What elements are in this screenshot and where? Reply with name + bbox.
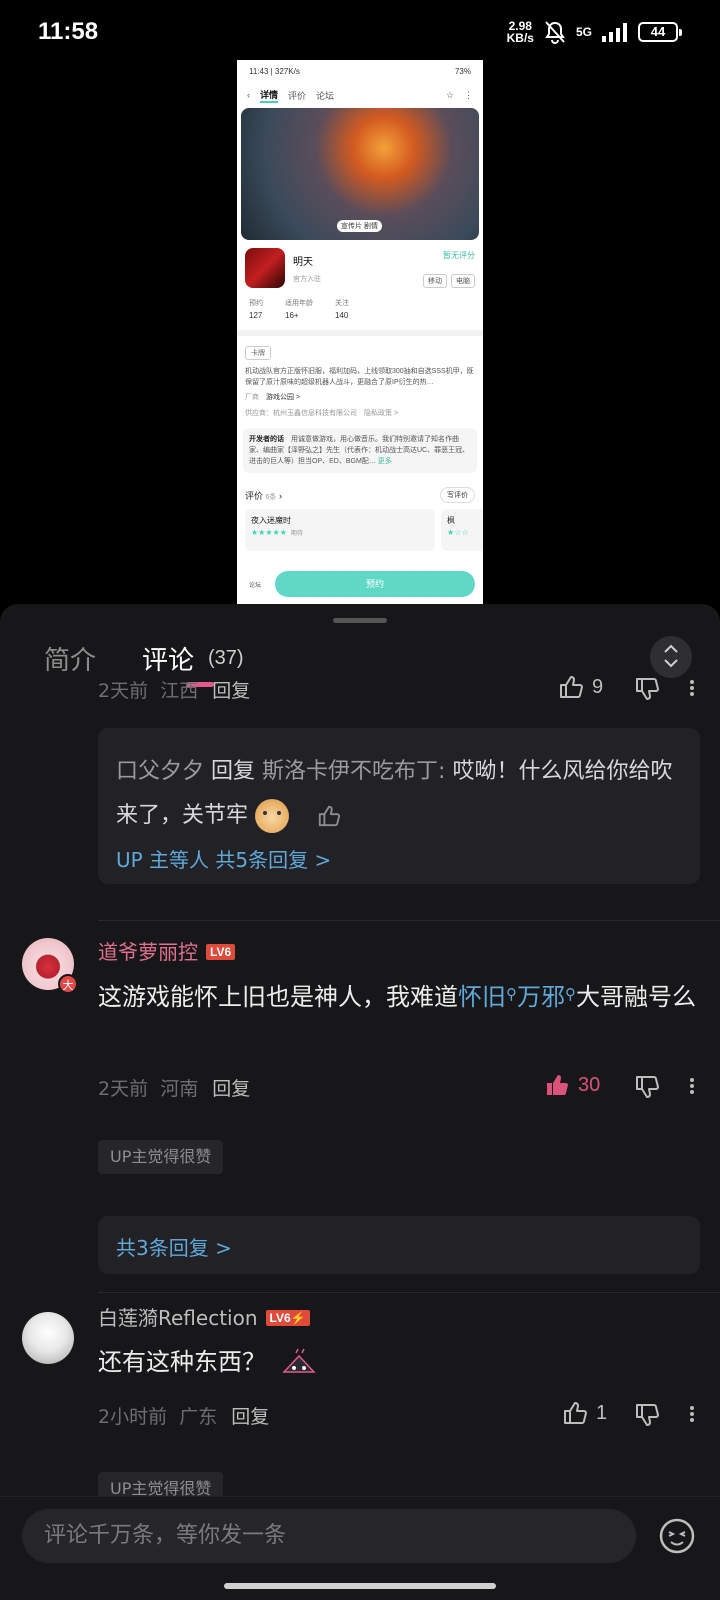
sub-reply-text: 口父夕夕 回复 斯洛卡伊不吃布丁: 哎呦！什么风给你给吹来了，关节牢 [116, 750, 676, 838]
reply-button[interactable]: 回复 [231, 1406, 269, 1428]
phone-book-button: 预约 [275, 571, 475, 597]
comment-meta: 2小时前 广东 回复 [98, 1406, 270, 1428]
phone-tab: 详情 [260, 88, 279, 103]
comment-input[interactable]: 评论千万条，等你发一条 [22, 1509, 636, 1563]
panel-tabs: 简介 评论 (37) [0, 620, 720, 687]
phone-review-card: 枫 ★☆☆ [441, 509, 483, 551]
expand-collapse-button[interactable] [650, 636, 692, 678]
username[interactable]: 道爷萝丽控 LV6 [98, 936, 236, 965]
level-badge: LV6 [206, 944, 236, 960]
thumb-down-icon [636, 1076, 659, 1098]
tab-comments[interactable]: 评论 [142, 640, 194, 677]
phone-game-info: 明天 官方入驻 暂无评分 移动 电脑 [237, 240, 483, 288]
search-keyword[interactable]: 万邪⚲ [517, 983, 576, 1011]
thumb-up-icon[interactable] [316, 804, 342, 828]
view-replies-link[interactable]: 共3条回复 > [116, 1232, 232, 1261]
phone-tab: 论坛 [316, 90, 335, 101]
mute-bell-icon [545, 21, 565, 44]
username[interactable]: 白莲漪Reflection LV6⚡ [98, 1302, 310, 1331]
comment-meta: 2天前 江西 回复 [98, 680, 251, 702]
search-keyword[interactable]: 怀旧⚲ [458, 983, 517, 1011]
phone-description: 机动战队官方正版怀旧服，福利加码，上线领取300抽和自选SSS机甲，既保留了原汁… [245, 368, 474, 386]
network-speed: 2.98 KB/s [506, 19, 534, 45]
phone-review-cards: 夜入迷魔时 ★★★★★ 期待 枫 ★☆☆ [237, 509, 483, 551]
phone-stats: 预约 127 适用年龄 16+ 关注 140 [249, 300, 349, 320]
phone-star-icon: ☆ [445, 89, 454, 100]
phone-game-icon [245, 248, 285, 288]
dislike-button[interactable] [634, 1402, 660, 1428]
phone-banner-tag: 宣传片 剧情 [337, 220, 382, 232]
status-icons: 2.98 KB/s 5G 44 [506, 19, 682, 45]
view-replies-link[interactable]: UP 主等人 共5条回复 > [116, 844, 331, 873]
phone-nav: ‹ 详情 评价 论坛 ☆ ⋮ [237, 82, 483, 108]
thumb-up-icon [560, 676, 583, 698]
divider [98, 1292, 720, 1293]
signal-icon [602, 23, 627, 42]
chevron-up-down-icon [664, 644, 678, 668]
phone-screenshot: 11:43 | 327K/s 73% ‹ 详情 评价 论坛 ☆ ⋮ 宣传片 剧情… [237, 60, 483, 604]
reply-button[interactable]: 回复 [212, 680, 250, 702]
phone-vendor: 厂商 游戏公园 > [245, 394, 301, 401]
phone-more-icon: ⋮ [464, 89, 473, 100]
like-button[interactable]: 30 [544, 1072, 600, 1098]
more-options-icon[interactable] [690, 1076, 696, 1096]
phone-status-bar: 11:43 | 327K/s 73% [249, 66, 471, 76]
phone-genre-tag: 卡牌 [245, 346, 271, 360]
emoji-icon[interactable] [658, 1517, 696, 1555]
divider [98, 920, 720, 921]
phone-banner: 宣传片 剧情 [241, 108, 479, 240]
phone-review-card: 夜入迷魔时 ★★★★★ 期待 [245, 509, 435, 551]
sub-reply-box[interactable]: 口父夕夕 回复 斯洛卡伊不吃布丁: 哎呦！什么风给你给吹来了，关节牢 UP 主等… [98, 728, 700, 884]
phone-dev-note: 开发者的话 用诚意做游戏，用心做音乐。我们特别邀请了知名作曲家、编曲家【泽野弘之… [243, 428, 477, 473]
avatar[interactable]: 大 [22, 938, 78, 994]
like-button[interactable]: 9 [558, 674, 603, 700]
phone-bottom-bar: 论坛 预约 [237, 564, 483, 604]
phone-publisher: 供应商：杭州玉鑫信息科技有限公司 隐私政策 > [245, 410, 399, 417]
comment-text: 还有这种东西？ [98, 1342, 698, 1383]
battery-indicator: 44 [638, 22, 682, 42]
thumb-up-icon [564, 1402, 587, 1424]
more-options-icon[interactable] [690, 678, 696, 698]
phone-back-icon: ‹ [247, 90, 250, 100]
home-indicator[interactable] [224, 1583, 496, 1589]
phone-review-header: 评价 6条 › 写评价 [237, 473, 483, 509]
comment-panel: 简介 评论 (37) 2天前 江西 回复 9 口父夕夕 回复 斯洛卡伊不吃布丁: … [0, 604, 720, 1600]
video-player[interactable]: 11:43 | 327K/s 73% ‹ 详情 评价 论坛 ☆ ⋮ 宣传片 剧情… [0, 60, 720, 604]
comment-meta: 2天前 河南 回复 [98, 1078, 251, 1100]
comment-count: (37) [208, 647, 244, 669]
like-button[interactable]: 1 [562, 1400, 607, 1426]
view-replies-box[interactable]: 共3条回复 > [98, 1216, 700, 1274]
comment-input-bar: 评论千万条，等你发一条 [0, 1496, 720, 1600]
reply-button[interactable]: 回复 [212, 1078, 250, 1100]
dislike-button[interactable] [634, 676, 660, 702]
comment-text: 这游戏能怀上旧也是神人，我难道怀旧⚲万邪⚲大哥融号么 [98, 983, 696, 1011]
phone-tab: 评价 [288, 90, 307, 101]
avatar[interactable] [22, 1312, 74, 1364]
dislike-button[interactable] [634, 1074, 660, 1100]
avatar-badge: 大 [58, 974, 78, 994]
thumb-down-icon [636, 678, 659, 700]
status-time: 11:58 [38, 18, 99, 45]
sticker-emoji-icon [281, 1348, 316, 1373]
tab-intro[interactable]: 简介 [44, 640, 96, 677]
level-badge: LV6⚡ [265, 1310, 310, 1326]
thumb-up-filled-icon [547, 1075, 568, 1095]
phone-platforms: 移动 电脑 [423, 274, 475, 288]
doge-emoji-icon [255, 799, 290, 833]
network-type: 5G [575, 25, 592, 39]
thumb-down-icon [636, 1404, 659, 1426]
status-bar: 11:58 2.98 KB/s 5G 44 [0, 0, 720, 64]
up-liked-tag: UP主觉得很赞 [98, 1140, 224, 1174]
more-options-icon[interactable] [690, 1404, 696, 1424]
